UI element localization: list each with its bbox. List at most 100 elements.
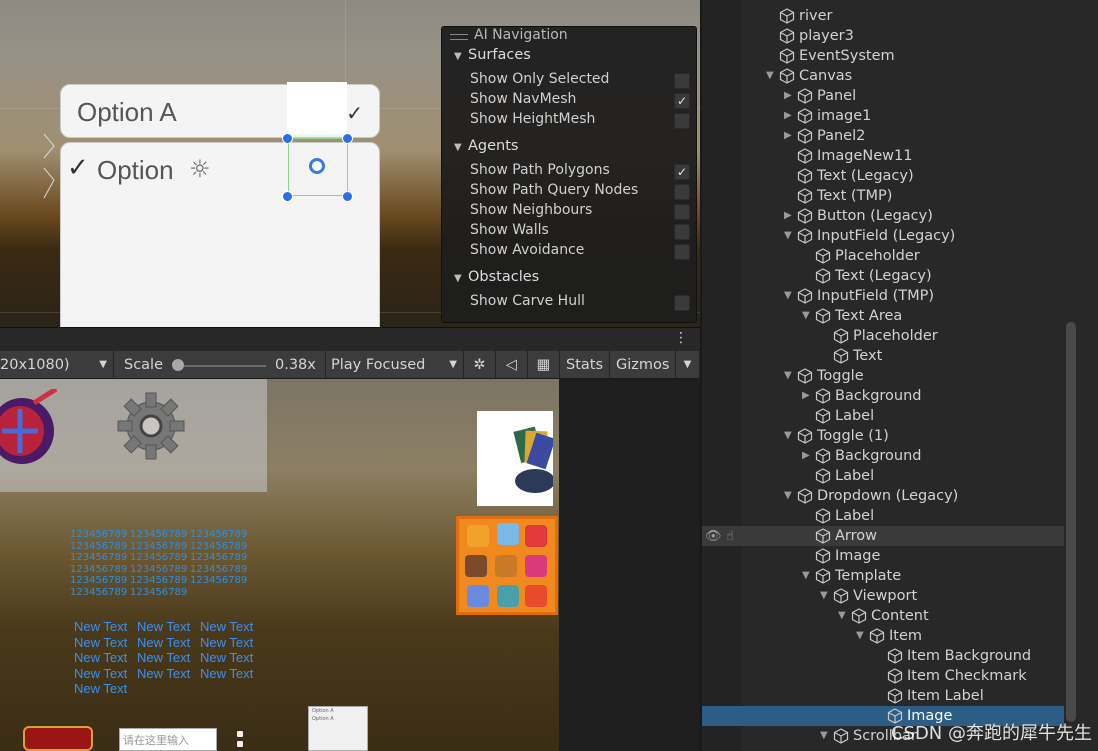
- nav-section-header[interactable]: ▼ Obstacles: [454, 269, 539, 285]
- resize-handle[interactable]: [342, 133, 353, 144]
- nav-option-row[interactable]: Show Neighbours: [470, 202, 690, 222]
- resize-handle[interactable]: [282, 133, 293, 144]
- hierarchy-item[interactable]: Text (Legacy): [702, 266, 1064, 286]
- nav-option-row[interactable]: Show Carve Hull: [470, 293, 690, 313]
- fold-closed-icon[interactable]: ▶: [802, 446, 814, 466]
- hierarchy-item[interactable]: ▼ Template: [702, 566, 1064, 586]
- hierarchy-item[interactable]: ▼ InputField (TMP): [702, 286, 1064, 306]
- nav-option-row[interactable]: Show Path Query Nodes: [470, 182, 690, 202]
- hierarchy-item[interactable]: ▶ Panel: [702, 86, 1064, 106]
- hierarchy-item[interactable]: ImageNew11: [702, 146, 1064, 166]
- fold-open-icon[interactable]: ▼: [784, 286, 796, 306]
- pivot-icon[interactable]: [309, 158, 325, 174]
- gizmos-dropdown-icon[interactable]: ▼: [676, 351, 700, 379]
- fold-open-icon[interactable]: ▼: [784, 366, 796, 386]
- nav-option-checkbox[interactable]: [674, 204, 690, 220]
- resize-handle[interactable]: [342, 191, 353, 202]
- hand-pick-icon[interactable]: ☝: [726, 529, 734, 544]
- hierarchy-item[interactable]: player3: [702, 26, 1064, 46]
- hierarchy-item[interactable]: ▼ Viewport: [702, 586, 1064, 606]
- nav-option-row[interactable]: Show HeightMesh: [470, 111, 690, 131]
- fold-open-icon[interactable]: ▼: [820, 586, 832, 606]
- hierarchy-item[interactable]: ▶ Button (Legacy): [702, 206, 1064, 226]
- fold-open-icon[interactable]: ▼: [784, 226, 796, 246]
- fold-open-icon[interactable]: ▼: [820, 726, 832, 746]
- mute-audio-icon[interactable]: ◁: [496, 351, 528, 379]
- fold-closed-icon[interactable]: ▶: [784, 206, 796, 226]
- fold-closed-icon[interactable]: ▶: [802, 386, 814, 406]
- hierarchy-item[interactable]: Image: [702, 546, 1064, 566]
- nav-option-row[interactable]: Show NavMesh ✓: [470, 91, 690, 111]
- resolution-dropdown[interactable]: 20x1080) ▼: [0, 351, 114, 379]
- hierarchy-item[interactable]: Label: [702, 506, 1064, 526]
- fold-open-icon[interactable]: ▼: [784, 486, 796, 506]
- slider-track[interactable]: [178, 365, 266, 367]
- nav-option-checkbox[interactable]: ✓: [674, 93, 690, 109]
- nav-option-checkbox[interactable]: [674, 73, 690, 89]
- fold-open-icon[interactable]: ▼: [802, 566, 814, 586]
- nav-option-checkbox[interactable]: ✓: [674, 164, 690, 180]
- hierarchy-item[interactable]: ▼ InputField (Legacy): [702, 226, 1064, 246]
- hierarchy-item[interactable]: Text: [702, 346, 1064, 366]
- hierarchy-item[interactable]: river: [702, 6, 1064, 26]
- more-options-icon[interactable]: ⋮: [674, 330, 688, 346]
- text-input[interactable]: 请在这里输入: [119, 728, 217, 751]
- hierarchy-item[interactable]: ▼ Content: [702, 606, 1064, 626]
- toggle-group[interactable]: [237, 731, 243, 751]
- fold-closed-icon[interactable]: ▶: [784, 126, 796, 146]
- hierarchy-item[interactable]: Label: [702, 406, 1064, 426]
- hierarchy-item[interactable]: Item Background: [702, 646, 1064, 666]
- nav-option-checkbox[interactable]: [674, 244, 690, 260]
- bug-icon[interactable]: ✲: [464, 351, 496, 379]
- hierarchy-item[interactable]: Item Checkmark: [702, 666, 1064, 686]
- stats-button[interactable]: Stats: [560, 351, 610, 379]
- ai-navigation-overlay[interactable]: AI Navigation ▼ Surfaces Show Only Selecte…: [441, 26, 697, 323]
- hierarchy-item[interactable]: ▶ image1: [702, 106, 1064, 126]
- hierarchy-item[interactable]: Label: [702, 466, 1064, 486]
- hierarchy-panel[interactable]: river player3 EventSystem ▼ Canvas ▶ Panel ▶ ima…: [700, 0, 1098, 751]
- resize-handle[interactable]: [282, 191, 293, 202]
- hierarchy-item[interactable]: Text (TMP): [702, 186, 1064, 206]
- hierarchy-item[interactable]: ▶ Panel2: [702, 126, 1064, 146]
- nav-option-checkbox[interactable]: [674, 295, 690, 311]
- fold-open-icon[interactable]: ▼: [784, 426, 796, 446]
- nav-option-row[interactable]: Show Avoidance: [470, 242, 690, 262]
- hierarchy-item[interactable]: ▼ Item: [702, 626, 1064, 646]
- nav-option-checkbox[interactable]: [674, 113, 690, 129]
- fold-closed-icon[interactable]: ▶: [784, 106, 796, 126]
- nav-section-header[interactable]: ▼ Agents: [454, 138, 518, 154]
- nav-section-header[interactable]: ▼ Surfaces: [454, 47, 531, 63]
- nav-option-checkbox[interactable]: [674, 224, 690, 240]
- drag-handle-icon[interactable]: [450, 34, 468, 40]
- hierarchy-item[interactable]: ▼ Text Area: [702, 306, 1064, 326]
- hierarchy-item[interactable]: Item Label: [702, 686, 1064, 706]
- nav-option-checkbox[interactable]: [674, 184, 690, 200]
- hierarchy-item[interactable]: ▼ Toggle (1): [702, 426, 1064, 446]
- nav-option-row[interactable]: Show Walls: [470, 222, 690, 242]
- hierarchy-item[interactable]: EventSystem: [702, 46, 1064, 66]
- game-view[interactable]: 123456789 123456789 123456789 123456789 1234…: [0, 379, 559, 751]
- grid-icon[interactable]: ▦: [528, 351, 560, 379]
- hierarchy-scrollbar[interactable]: [1066, 322, 1076, 722]
- scene-view[interactable]: Option A ✓ ✓ Option ☼ AI Navigation ▼ Sur…: [0, 0, 700, 327]
- fold-open-icon[interactable]: ▼: [856, 626, 868, 646]
- nav-option-row[interactable]: Show Only Selected: [470, 71, 690, 91]
- slider-knob[interactable]: [172, 359, 184, 371]
- fold-open-icon[interactable]: ▼: [766, 66, 778, 86]
- hierarchy-item[interactable]: ▶ Background: [702, 446, 1064, 466]
- gizmos-button[interactable]: Gizmos: [610, 351, 676, 379]
- hierarchy-item[interactable]: Placeholder: [702, 326, 1064, 346]
- scale-slider[interactable]: Scale 0.38x: [114, 351, 326, 379]
- hierarchy-item[interactable]: ▶ Background: [702, 386, 1064, 406]
- play-mode-dropdown[interactable]: Play Focused ▼: [326, 351, 464, 379]
- hierarchy-item[interactable]: ▼ Canvas: [702, 66, 1064, 86]
- hierarchy-item[interactable]: Arrow: [702, 526, 1064, 546]
- hierarchy-item[interactable]: ▼ Dropdown (Legacy): [702, 486, 1064, 506]
- fold-open-icon[interactable]: ▼: [802, 306, 814, 326]
- nav-option-row[interactable]: Show Path Polygons ✓: [470, 162, 690, 182]
- hierarchy-item[interactable]: ▼ Toggle: [702, 366, 1064, 386]
- fold-open-icon[interactable]: ▼: [838, 606, 850, 626]
- hierarchy-item[interactable]: Placeholder: [702, 246, 1064, 266]
- mini-dropdown[interactable]: Option A Option A: [308, 706, 368, 751]
- eye-icon[interactable]: 👁: [705, 529, 722, 544]
